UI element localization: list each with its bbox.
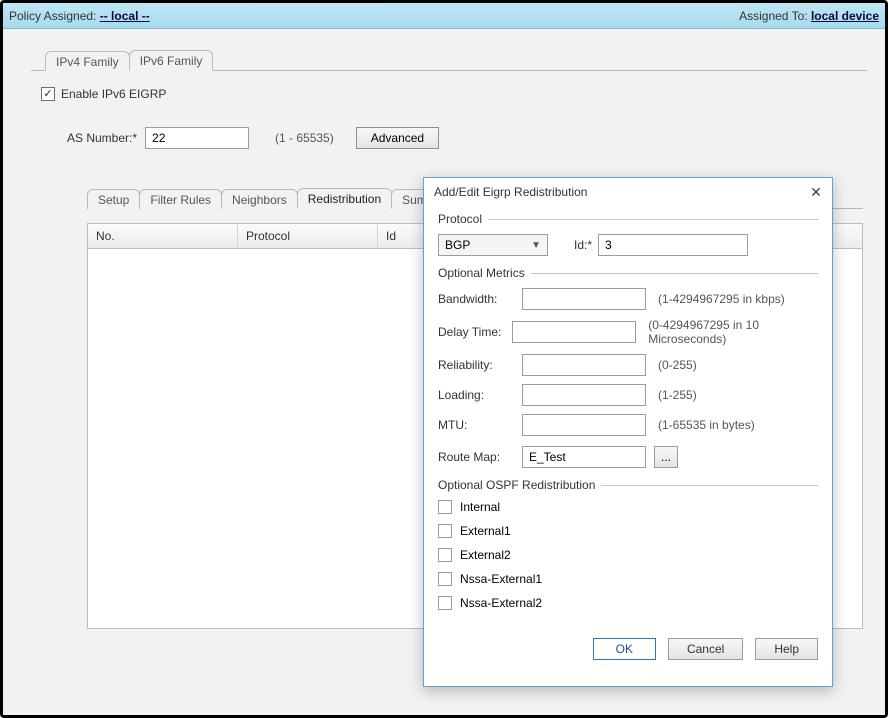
ospf-internal-label: Internal [460, 500, 500, 514]
app-frame: Policy Assigned: -- local -- Assigned To… [0, 0, 888, 718]
bandwidth-row: Bandwidth: (1-4294967295 in kbps) [438, 288, 818, 310]
ospf-internal-checkbox[interactable] [438, 500, 452, 514]
family-tabs: IPv4 Family IPv6 Family [45, 49, 867, 71]
as-number-input[interactable] [145, 127, 249, 149]
mtu-row: MTU: (1-65535 in bytes) [438, 414, 818, 436]
legend-line [601, 485, 818, 486]
dialog-buttons: OK Cancel Help [424, 630, 832, 670]
policy-assigned-link[interactable]: -- local -- [100, 9, 150, 23]
reliability-row: Reliability: (0-255) [438, 354, 818, 376]
reliability-label: Reliability: [438, 358, 522, 372]
ospf-legend-label: Optional OSPF Redistribution [438, 478, 595, 492]
tab-ipv4-family[interactable]: IPv4 Family [45, 51, 130, 71]
col-no: No. [88, 224, 238, 248]
ospf-nssa-external1-row: Nssa-External1 [438, 572, 818, 586]
protocol-row: BGP ▼ Id:* [438, 234, 818, 256]
help-button[interactable]: Help [755, 638, 818, 660]
mtu-hint: (1-65535 in bytes) [658, 418, 755, 432]
ospf-legend: Optional OSPF Redistribution [438, 478, 818, 492]
metrics-legend-label: Optional Metrics [438, 266, 525, 280]
page-body: IPv4 Family IPv6 Family ✓ Enable IPv6 EI… [3, 29, 885, 715]
ospf-external2-checkbox[interactable] [438, 548, 452, 562]
legend-line [531, 273, 818, 274]
as-number-label: AS Number:* [67, 131, 137, 145]
ok-button[interactable]: OK [593, 638, 656, 660]
cancel-button[interactable]: Cancel [668, 638, 743, 660]
enable-ipv6-eigrp-row: ✓ Enable IPv6 EIGRP [41, 87, 863, 101]
delay-label: Delay Time: [438, 325, 512, 339]
ospf-external1-checkbox[interactable] [438, 524, 452, 538]
ospf-nssa-external1-checkbox[interactable] [438, 572, 452, 586]
add-edit-eigrp-redistribution-dialog: Add/Edit Eigrp Redistribution ✕ Protocol… [423, 177, 833, 687]
delay-hint: (0-4294967295 in 10 Microseconds) [648, 318, 818, 346]
protocol-legend-label: Protocol [438, 212, 482, 226]
ospf-nssa-external2-checkbox[interactable] [438, 596, 452, 610]
reliability-input[interactable] [522, 354, 646, 376]
ospf-external2-row: External2 [438, 548, 818, 562]
protocol-group: Protocol BGP ▼ Id:* [438, 212, 818, 256]
ospf-external1-row: External1 [438, 524, 818, 538]
assigned-to-label: Assigned To: [739, 9, 808, 23]
reliability-hint: (0-255) [658, 358, 697, 372]
protocol-value: BGP [445, 238, 470, 252]
assigned-to-link[interactable]: local device [811, 9, 879, 23]
policy-assigned-label: Policy Assigned: [9, 9, 96, 23]
advanced-button[interactable]: Advanced [356, 127, 439, 149]
id-input[interactable] [598, 234, 748, 256]
dialog-title: Add/Edit Eigrp Redistribution [434, 185, 587, 199]
ospf-external2-label: External2 [460, 548, 511, 562]
route-map-browse-button[interactable]: ... [654, 446, 678, 468]
loading-label: Loading: [438, 388, 522, 402]
route-map-row: Route Map: ... [438, 446, 818, 468]
loading-row: Loading: (1-255) [438, 384, 818, 406]
assigned-to: Assigned To: local device [739, 9, 879, 23]
policy-assigned: Policy Assigned: -- local -- [9, 9, 150, 23]
title-bar: Policy Assigned: -- local -- Assigned To… [3, 3, 885, 29]
ospf-nssa-external1-label: Nssa-External1 [460, 572, 542, 586]
loading-input[interactable] [522, 384, 646, 406]
protocol-legend: Protocol [438, 212, 818, 226]
bandwidth-hint: (1-4294967295 in kbps) [658, 292, 785, 306]
ospf-nssa-external2-label: Nssa-External2 [460, 596, 542, 610]
bandwidth-input[interactable] [522, 288, 646, 310]
metrics-legend: Optional Metrics [438, 266, 818, 280]
close-icon[interactable]: ✕ [808, 184, 824, 200]
optional-metrics-group: Optional Metrics Bandwidth: (1-429496729… [438, 266, 818, 436]
route-map-label: Route Map: [438, 450, 522, 464]
tab-setup[interactable]: Setup [87, 189, 140, 209]
as-number-row: AS Number:* (1 - 65535) Advanced [67, 127, 863, 149]
id-label: Id:* [574, 238, 592, 252]
mtu-input[interactable] [522, 414, 646, 436]
ospf-external1-label: External1 [460, 524, 511, 538]
protocol-select[interactable]: BGP ▼ [438, 234, 548, 256]
tab-filter-rules[interactable]: Filter Rules [139, 189, 222, 209]
dialog-caption: Add/Edit Eigrp Redistribution ✕ [424, 178, 832, 206]
enable-ipv6-eigrp-checkbox[interactable]: ✓ [41, 87, 55, 101]
delay-row: Delay Time: (0-4294967295 in 10 Microsec… [438, 318, 818, 346]
legend-line [488, 219, 818, 220]
as-number-hint: (1 - 65535) [275, 131, 334, 145]
ospf-internal-row: Internal [438, 500, 818, 514]
mtu-label: MTU: [438, 418, 522, 432]
dialog-body: Protocol BGP ▼ Id:* [424, 206, 832, 630]
checkmark-icon: ✓ [43, 89, 52, 100]
ospf-nssa-external2-row: Nssa-External2 [438, 596, 818, 610]
ellipsis-icon: ... [661, 450, 671, 464]
chevron-down-icon: ▼ [531, 240, 541, 251]
id-block: Id:* [574, 234, 748, 256]
col-protocol: Protocol [238, 224, 378, 248]
tab-neighbors[interactable]: Neighbors [221, 189, 298, 209]
loading-hint: (1-255) [658, 388, 697, 402]
enable-ipv6-eigrp-label: Enable IPv6 EIGRP [61, 87, 166, 101]
delay-input[interactable] [512, 321, 636, 343]
route-map-input[interactable] [522, 446, 646, 468]
bandwidth-label: Bandwidth: [438, 292, 522, 306]
tab-redistribution[interactable]: Redistribution [297, 188, 392, 209]
ospf-group: Optional OSPF Redistribution Internal Ex… [438, 478, 818, 610]
tab-ipv6-family[interactable]: IPv6 Family [129, 50, 214, 71]
